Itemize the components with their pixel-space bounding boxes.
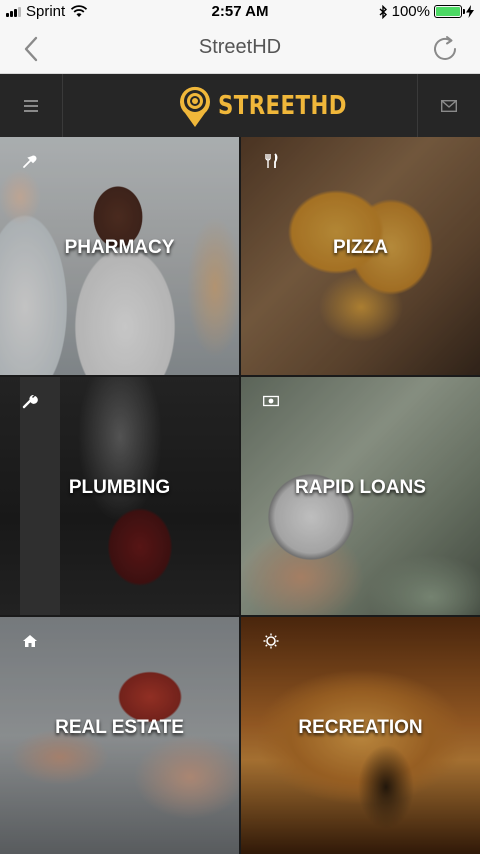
tile-label: PIZZA	[333, 237, 388, 258]
bluetooth-icon	[379, 4, 387, 19]
streethd-logo: STREETHD	[178, 84, 375, 128]
tile-label: RAPID LOANS	[295, 477, 426, 498]
tile-label: RECREATION	[298, 717, 423, 738]
menu-button[interactable]	[0, 74, 63, 137]
tile-label: PHARMACY	[64, 237, 175, 258]
tile-label: PLUMBING	[68, 477, 171, 498]
logo-text: STREETHD	[218, 91, 347, 121]
refresh-icon[interactable]	[430, 34, 460, 64]
category-grid: PHARMACY PIZZA PLUMBING RAPID LOANS REAL…	[0, 137, 480, 854]
category-tile-pharmacy[interactable]: PHARMACY	[0, 137, 239, 375]
utensils-icon	[265, 153, 278, 168]
message-button[interactable]	[417, 74, 480, 137]
app-header: STREETHD	[0, 74, 480, 137]
category-tile-recreation[interactable]: RECREATION	[241, 617, 480, 854]
status-bar: Sprint 2:57 AM 100%	[0, 0, 480, 24]
hamburger-icon	[24, 99, 38, 112]
navigation-bar: StreetHD	[0, 24, 480, 74]
wrench-icon	[22, 394, 38, 409]
category-tile-real-estate[interactable]: REAL ESTATE	[0, 617, 239, 854]
tile-label: REAL ESTATE	[55, 717, 184, 738]
money-icon	[263, 395, 279, 407]
category-tile-pizza[interactable]: PIZZA	[241, 137, 480, 375]
dropper-icon	[23, 155, 37, 168]
logo-pin-icon	[180, 86, 210, 127]
sun-icon	[263, 633, 279, 649]
page-title: StreetHD	[198, 36, 282, 58]
envelope-icon	[441, 99, 457, 112]
status-right: 100%	[379, 3, 474, 20]
category-tile-rapid-loans[interactable]: RAPID LOANS	[241, 377, 480, 615]
charging-icon	[466, 5, 474, 18]
home-icon	[23, 635, 37, 647]
battery-percent: 100%	[391, 3, 430, 20]
battery-icon	[434, 5, 465, 18]
category-tile-plumbing[interactable]: PLUMBING	[0, 377, 239, 615]
